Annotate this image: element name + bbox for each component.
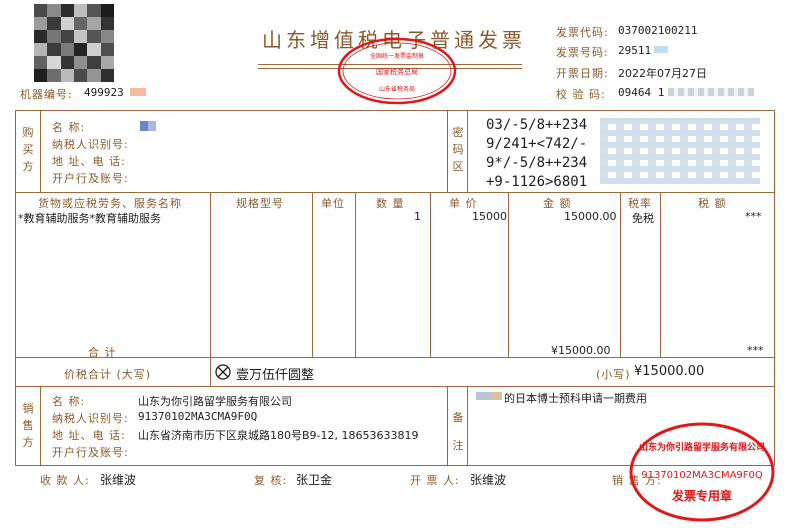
svg-text:发票专用章: 发票专用章 — [671, 488, 732, 503]
seller-name-label: 名 称: — [52, 395, 86, 408]
buyer-address-label: 地 址、电 话: — [52, 155, 126, 168]
password-cipher: 03/-5/8++234 9/241+<742/- 9*/-5/8++234 +… — [486, 117, 588, 190]
grand-total-label: 价税合计 (大写) — [64, 368, 152, 381]
col-spec-header: 规格型号 — [236, 197, 284, 210]
redacted-mark — [140, 121, 156, 131]
invoice-code-label: 发票代码: — [556, 26, 609, 39]
invoice-code-value: 037002100211 — [618, 24, 698, 37]
grand-total-small-label: (小写) — [596, 368, 631, 381]
drawer-value: 张维波 — [470, 473, 507, 487]
machine-number-label: 机器编号: — [20, 88, 73, 101]
qr-code-blurred — [34, 4, 114, 82]
col-rate-header: 税率 — [628, 197, 652, 210]
total-label: 合 计 — [88, 346, 117, 359]
password-zone-label: 密码区 — [452, 126, 464, 173]
reviewer-label: 复 核: — [254, 474, 288, 487]
seller-tax-label: 纳税人识别号: — [52, 412, 129, 425]
remarks-section-label: 备注 — [452, 411, 464, 452]
issue-date-value: 2022年07月27日 — [618, 67, 707, 80]
buyer-section-label: 购买方 — [22, 126, 34, 173]
item-name: *教育辅助服务*教育辅助服务 — [18, 212, 161, 225]
buyer-name-label: 名 称: — [52, 121, 86, 134]
buyer-bank-label: 开户行及账号: — [52, 172, 129, 185]
seller-address-label: 地 址、电 话: — [52, 429, 126, 442]
reviewer-value: 张卫金 — [296, 473, 333, 487]
col-unit-header: 单位 — [321, 197, 345, 210]
machine-number-value: 499923 — [84, 86, 124, 99]
svg-text:山东为你引路留学服务有限公司: 山东为你引路留学服务有限公司 — [639, 441, 765, 453]
item-rate: 免税 — [632, 212, 654, 225]
grand-total-capital: 壹万伍仟圆整 — [236, 368, 315, 383]
col-qty-header: 数 量 — [376, 197, 405, 210]
drawer-label: 开 票 人: — [410, 474, 460, 487]
col-name-header: 货物或应税劳务、服务名称 — [38, 197, 182, 210]
item-price: 15000 — [472, 210, 507, 223]
seller-tax-value: 91370102MA3CMA9F0Q — [138, 410, 258, 423]
redacted-mark — [130, 88, 146, 96]
redacted-cipher — [600, 118, 760, 184]
item-amount: 15000.00 — [564, 210, 617, 223]
item-tax: *** — [745, 210, 762, 223]
seller-section-label: 销售方 — [22, 402, 34, 449]
check-code-value: 09464 1 — [618, 86, 665, 99]
remarks-value: 的日本博士预科申请一期费用 — [504, 392, 647, 405]
total-amount: ¥15000.00 — [551, 344, 611, 357]
issue-date-label: 开票日期: — [556, 67, 609, 80]
col-tax-header: 税 额 — [698, 197, 727, 210]
redacted-mark — [476, 392, 502, 400]
seller-name-value: 山东为你引路留学服务有限公司 — [138, 395, 292, 408]
col-amount-header: 金 额 — [543, 197, 572, 210]
seller-address-value: 山东省济南市历下区泉城路180号B9-12, 18653633819 — [138, 429, 419, 442]
buyer-tax-label: 纳税人识别号: — [52, 138, 129, 151]
cross-circle-icon — [215, 364, 231, 384]
check-code-label: 校 验 码: — [556, 88, 606, 101]
svg-text:全国统一发票监制章: 全国统一发票监制章 — [370, 52, 424, 60]
seller-invoice-seal: 山东为你引路留学服务有限公司 91370102MA3CMA9F0Q 发票专用章 — [628, 420, 776, 524]
grand-total-small-value: ¥15000.00 — [634, 364, 705, 379]
col-price-header: 单 价 — [449, 197, 478, 210]
redacted-mark — [668, 88, 754, 96]
invoice-number-value: 29511 — [618, 44, 652, 57]
svg-text:91370102MA3CMA9F0Q: 91370102MA3CMA9F0Q — [641, 470, 763, 481]
item-qty: 1 — [414, 210, 421, 223]
svg-text:山东省税务局: 山东省税务局 — [379, 85, 415, 93]
seller-bank-label: 开户行及账号: — [52, 446, 129, 459]
payee-label: 收 款 人: — [40, 474, 90, 487]
total-tax: *** — [747, 344, 764, 357]
tax-bureau-seal: 国家税务总局 全国统一发票监制章 山东省税务局 — [336, 36, 458, 106]
payee-value: 张维波 — [100, 473, 137, 487]
redacted-mark — [654, 46, 668, 53]
invoice-number-label: 发票号码: — [556, 46, 609, 59]
svg-text:国家税务总局: 国家税务总局 — [376, 67, 418, 76]
